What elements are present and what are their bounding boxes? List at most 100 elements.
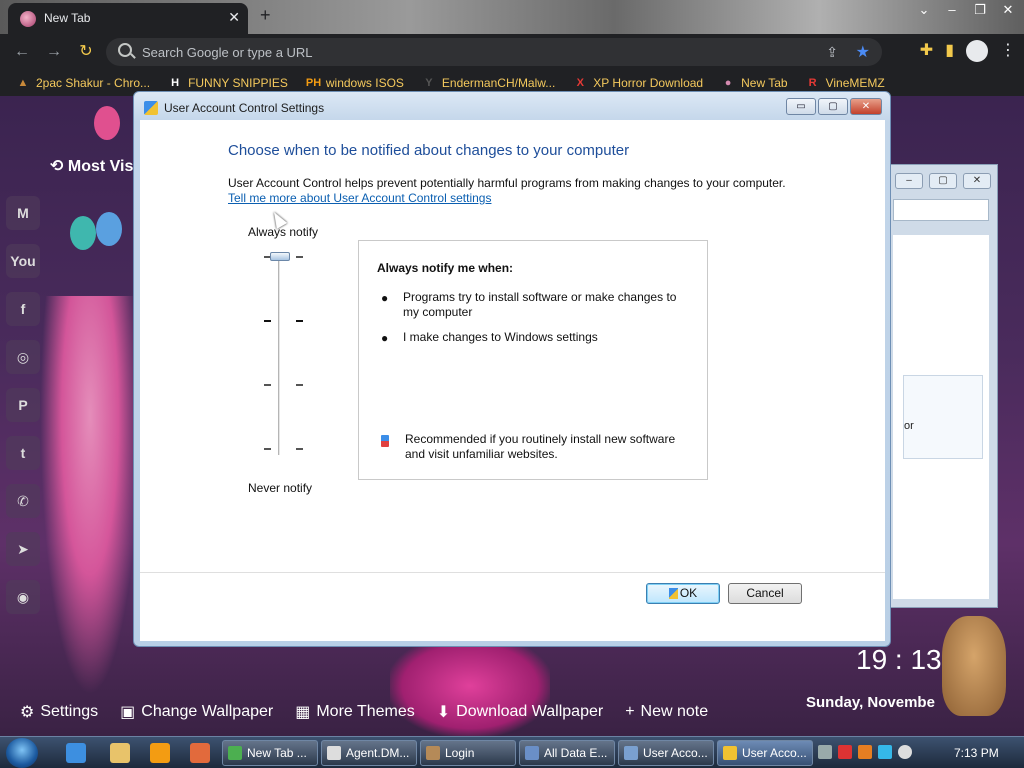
back-icon[interactable]: ← [12, 42, 32, 62]
maximize-icon[interactable]: ▢ [929, 173, 957, 189]
tab-close-icon[interactable]: ✕ [228, 9, 240, 26]
cancel-button[interactable]: Cancel [728, 583, 802, 604]
bullet-dot: ● [381, 291, 389, 305]
taskbar-task[interactable]: All Data E... [519, 740, 615, 766]
share-icon[interactable]: ⇪ [826, 44, 838, 61]
notification-slider-track[interactable] [278, 255, 281, 455]
bookmark-label: XP Horror Download [593, 76, 704, 90]
toolbar-actions: ✚ ▮ ⋮ [920, 40, 1016, 62]
slider-tick [264, 384, 271, 386]
tray-icon[interactable] [858, 745, 872, 759]
learn-more-link[interactable]: Tell me more about User Account Control … [228, 191, 491, 205]
taskbar-task[interactable]: Agent.DM... [321, 740, 417, 766]
close-icon[interactable]: ✕ [998, 2, 1018, 18]
slider-tick [296, 384, 303, 386]
dropdown-icon[interactable]: ⌄ [914, 2, 934, 18]
clock: 19 : 13 [856, 644, 942, 675]
wallpaper-action-label: New note [640, 703, 709, 720]
tray-icon[interactable] [838, 745, 852, 759]
recommendation-text: Recommended if you routinely install new… [405, 432, 676, 461]
new-tab-button[interactable]: + [260, 5, 271, 26]
tray-icon[interactable] [818, 745, 832, 759]
taskbar-clock[interactable]: 7:13 PM [954, 746, 999, 760]
close-button[interactable]: ✕ [850, 98, 882, 115]
bookmark-r-icon: R [808, 77, 817, 89]
tray-icon[interactable] [878, 745, 892, 759]
bookmark-2pac-icon: ▲ [17, 77, 29, 89]
internet-explorer-icon[interactable] [66, 743, 86, 763]
background-window-search[interactable] [893, 199, 989, 221]
telegram-icon[interactable]: ➤ [6, 532, 40, 566]
reddit-icon[interactable]: ◉ [6, 580, 40, 614]
always-notify-label: Always notify [248, 225, 319, 239]
never-notify-label: Never notify [248, 481, 313, 495]
uac-shield-icon [668, 588, 678, 600]
wallpaper-action-label: Download Wallpaper [456, 703, 604, 720]
slider-tick [264, 320, 271, 322]
system-tray [818, 745, 912, 759]
taskbar-task[interactable]: User Acco... [717, 740, 813, 766]
forward-icon[interactable]: → [44, 42, 64, 62]
info-title: Always notify me when: [377, 261, 514, 275]
browser-toolbar: ← → ↻ Search Google or type a URL ⇪ ★ ✚ … [0, 34, 1024, 70]
minimize-button[interactable]: ▭ [786, 98, 816, 115]
ok-button[interactable]: OK [646, 583, 720, 604]
wallpaper-action-label: More Themes [316, 703, 415, 720]
dialog-client-area: Choose when to be notified about changes… [140, 120, 885, 641]
reload-icon[interactable]: ↻ [76, 42, 96, 62]
wallpaper-action-label: Settings [40, 703, 99, 720]
minimize-icon[interactable]: – [895, 173, 923, 189]
info-bullet: Programs try to install software or make… [403, 290, 677, 319]
tray-icon[interactable] [898, 745, 912, 759]
media-player-icon[interactable] [150, 743, 170, 763]
background-window-text: or [904, 420, 914, 432]
wallpaper-action[interactable]: + New note [625, 700, 708, 724]
balloon-decoration [70, 216, 96, 250]
bookmark-label: EndermanCH/Malw... [441, 76, 556, 90]
bookmark-yp-icon: Y [425, 77, 433, 89]
bookmark-label: FUNNY SNIPPIES [188, 76, 288, 90]
omnibox[interactable]: Search Google or type a URL ⇪ ★ [106, 38, 882, 66]
notification-slider-thumb[interactable] [270, 252, 290, 261]
pinterest-icon[interactable]: P [6, 388, 40, 422]
notepad-icon [525, 746, 539, 760]
wallpaper-action[interactable]: ⬇ Download Wallpaper [437, 700, 603, 724]
gmail-icon[interactable]: M [6, 196, 40, 230]
taskbar-task-label: New Tab ... [247, 746, 307, 760]
tab-new-tab[interactable]: New Tab ✕ [8, 3, 248, 34]
most-visited-label: ⟲ Most Vis [50, 158, 134, 175]
bookmark-item[interactable]: ▲ 2pac Shakur - Chro... [16, 70, 151, 96]
wallpaper-action[interactable]: ▦ More Themes [295, 700, 415, 724]
twitter-icon[interactable]: t [6, 436, 40, 470]
bookmark-star-icon[interactable]: ★ [856, 42, 870, 62]
background-window[interactable]: – ▢ ✕ or [888, 164, 998, 608]
restore-icon[interactable]: ❐ [970, 2, 990, 18]
close-icon[interactable]: ✕ [963, 173, 991, 189]
taskbar-task-label: Login [445, 746, 475, 760]
background-window-controls: – ▢ ✕ [895, 173, 991, 189]
chrome-icon [228, 746, 242, 760]
wallpaper-action[interactable]: ⚙ Settings [20, 700, 98, 724]
background-window-body: or [893, 235, 989, 599]
taskbar-task-label: User Acco... [742, 746, 807, 760]
app-icon[interactable] [190, 743, 210, 763]
wallpaper-action[interactable]: ▣ Change Wallpaper [120, 700, 273, 724]
instagram-icon[interactable]: ◎ [6, 340, 40, 374]
taskbar-task[interactable]: New Tab ... [222, 740, 318, 766]
maximize-button[interactable]: ▢ [818, 98, 848, 115]
login-icon [426, 746, 440, 760]
youtube-icon[interactable]: You [6, 244, 40, 278]
side-panel-icon[interactable]: ▮ [945, 40, 954, 62]
taskbar-task[interactable]: User Acco... [618, 740, 714, 766]
whatsapp-icon[interactable]: ✆ [6, 484, 40, 518]
facebook-icon[interactable]: f [6, 292, 40, 326]
bullet-dot: ● [381, 331, 389, 345]
balloon-decoration [96, 212, 122, 246]
start-button[interactable] [6, 738, 38, 768]
taskbar-task[interactable]: Login [420, 740, 516, 766]
profile-avatar[interactable] [966, 40, 988, 62]
explorer-icon[interactable] [110, 743, 130, 763]
minimize-icon[interactable]: – [942, 2, 962, 18]
extensions-icon[interactable]: ✚ [920, 40, 933, 62]
menu-icon[interactable]: ⋮ [1000, 40, 1016, 62]
